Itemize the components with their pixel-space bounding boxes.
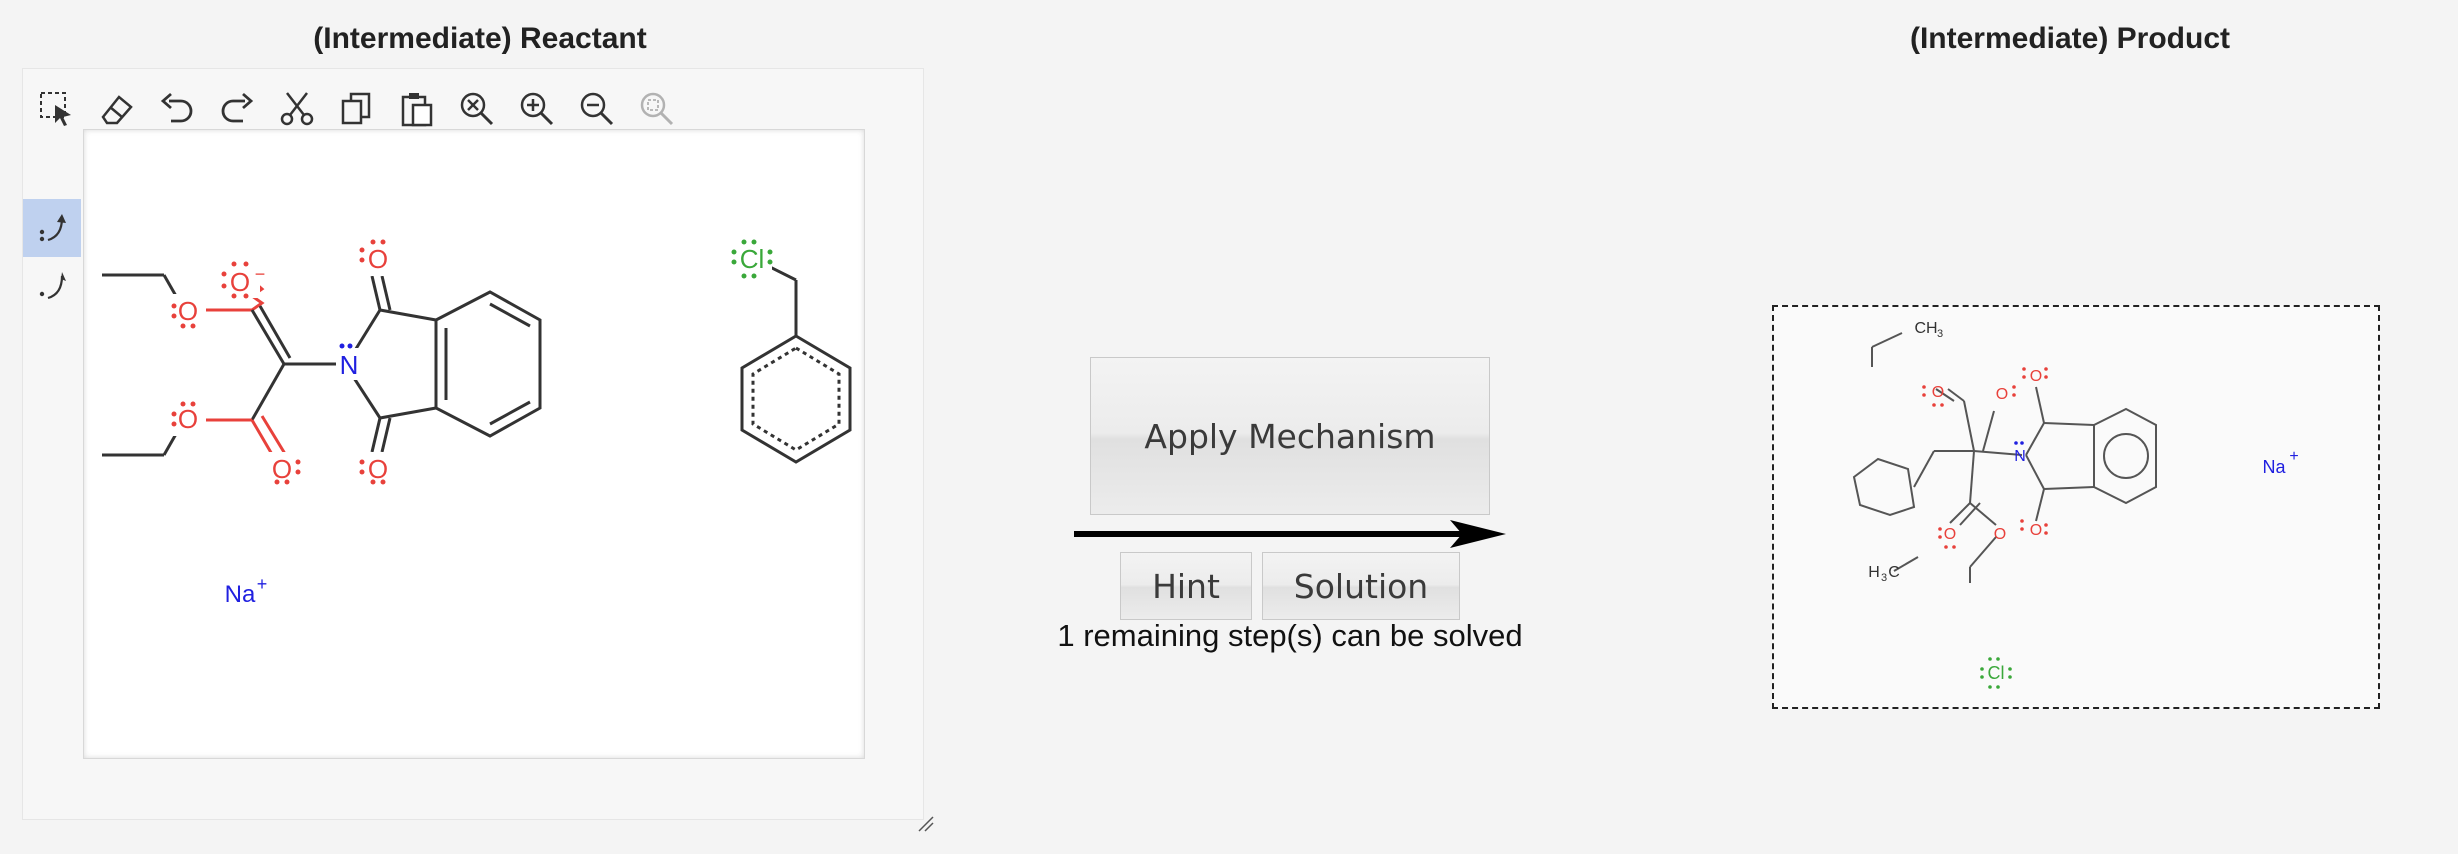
carbonyl-oxygen-label: O	[272, 454, 292, 484]
select-icon[interactable]	[31, 83, 83, 135]
cut-icon[interactable]	[271, 83, 323, 135]
reactant-title: (Intermediate) Reactant	[313, 22, 647, 55]
chloride-ion-label: Cl	[1988, 663, 2005, 683]
chlorine-atom-label: Cl	[740, 244, 765, 274]
electron-pair-arrow-icon[interactable]	[23, 199, 81, 257]
ester-oxygen-label: O	[1994, 526, 2006, 543]
reactant-molecule-drawing: O − O O O O O N Cl Na +	[102, 239, 852, 608]
carbonyl-oxygen-label: O	[1944, 526, 1956, 543]
sodium-ion-label: Na	[2262, 457, 2286, 477]
ester-oxygen-label: O	[178, 296, 198, 326]
imide-oxygen-label: O	[368, 454, 388, 484]
positive-charge-label: +	[2289, 448, 2298, 465]
remaining-steps-status: 1 remaining step(s) can be solved	[1057, 618, 1523, 653]
methyl-h-label: H	[1868, 564, 1880, 581]
eraser-icon[interactable]	[91, 83, 143, 135]
zoom-fit-icon[interactable]	[451, 83, 503, 135]
carbonyl-oxygen-label: O	[1996, 386, 2008, 403]
arrow-tool-palette	[23, 199, 81, 315]
paste-icon[interactable]	[391, 83, 443, 135]
resize-grip-icon[interactable]	[915, 813, 935, 833]
reactant-editor: O − O O O O O N Cl Na +	[22, 68, 934, 832]
subscript-label: 3	[1937, 328, 1943, 340]
ester-oxygen-label: O	[178, 404, 198, 434]
undo-icon[interactable]	[151, 83, 203, 135]
subscript-label: 3	[1881, 572, 1887, 584]
sodium-ion-label: Na	[225, 581, 256, 608]
nitrogen-atom-label: N	[340, 350, 359, 380]
methyl-c-label: C	[1888, 564, 1900, 581]
negative-charge-label: −	[255, 264, 266, 284]
methyl-label: CH	[1914, 320, 1937, 337]
imide-oxygen-label: O	[2030, 368, 2042, 385]
imide-oxygen-label: O	[2030, 522, 2042, 539]
product-molecule-drawing: CH 3 H 3 C O O O O O O N Na + Cl	[1852, 320, 2299, 689]
nitrogen-atom-label: N	[2014, 448, 2026, 465]
oxide-atom-label: O	[230, 267, 250, 297]
zoom-in-icon[interactable]	[511, 83, 563, 135]
apply-mechanism-button[interactable]: Apply Mechanism	[1090, 357, 1490, 515]
reactant-drawing-canvas[interactable]: O − O O O O O N Cl Na +	[83, 129, 865, 759]
imide-oxygen-label: O	[368, 244, 388, 274]
zoom-reset-icon[interactable]	[631, 83, 683, 135]
ester-oxygen-label: O	[1932, 384, 1944, 401]
zoom-out-icon[interactable]	[571, 83, 623, 135]
redo-icon[interactable]	[211, 83, 263, 135]
copy-icon[interactable]	[331, 83, 383, 135]
single-electron-arrow-icon[interactable]	[23, 257, 81, 315]
product-structure-panel: CH 3 H 3 C O O O O O O N Na + Cl	[1772, 305, 2380, 709]
hint-button[interactable]: Hint	[1120, 552, 1252, 620]
product-title: (Intermediate) Product	[1909, 22, 2231, 55]
positive-charge-label: +	[257, 574, 268, 594]
solution-button[interactable]: Solution	[1262, 552, 1460, 620]
reaction-arrow-icon	[1074, 520, 1506, 548]
